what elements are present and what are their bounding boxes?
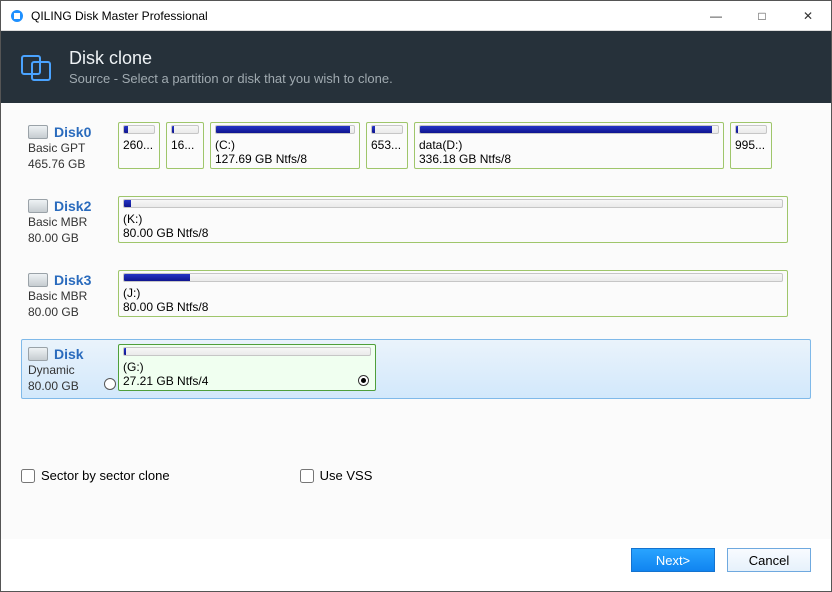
partition-radio[interactable] <box>358 375 369 386</box>
sector-clone-checkbox[interactable] <box>21 469 35 483</box>
usage-fill <box>216 126 350 133</box>
partition[interactable]: 653... <box>366 122 408 169</box>
partition-label: (C:) <box>215 138 355 152</box>
partition[interactable]: data(D:)336.18 GB Ntfs/8 <box>414 122 724 169</box>
usage-fill <box>124 274 190 281</box>
usage-bar <box>123 199 783 208</box>
window-controls: — □ ✕ <box>693 1 831 31</box>
sector-clone-option[interactable]: Sector by sector clone <box>21 468 170 483</box>
disk-name: Disk0 <box>28 124 118 140</box>
cancel-button[interactable]: Cancel <box>727 548 811 572</box>
usage-fill <box>124 200 131 207</box>
close-button[interactable]: ✕ <box>785 1 831 31</box>
titlebar: QILING Disk Master Professional — □ ✕ <box>1 1 831 31</box>
use-vss-checkbox[interactable] <box>300 469 314 483</box>
usage-bar <box>735 125 767 134</box>
partition[interactable]: (K:)80.00 GB Ntfs/8 <box>118 196 788 243</box>
disk-icon <box>28 273 48 287</box>
partition-label: (K:) <box>123 212 783 226</box>
clone-icon <box>19 49 55 85</box>
usage-fill <box>124 348 126 355</box>
disk-type: Basic GPT <box>28 140 118 156</box>
usage-bar <box>123 273 783 282</box>
disk-size: 80.00 GB <box>28 230 118 246</box>
disk-name: Disk2 <box>28 198 118 214</box>
usage-bar <box>419 125 719 134</box>
disk-radio[interactable] <box>104 378 116 390</box>
partition-detail: 260... <box>123 138 155 152</box>
usage-fill <box>372 126 375 133</box>
disk-name: Disk3 <box>28 272 118 288</box>
disk-size: 80.00 GB <box>28 304 118 320</box>
disk-row[interactable]: Disk2Basic MBR80.00 GB(K:)80.00 GB Ntfs/… <box>21 191 811 251</box>
partition[interactable]: (G:)27.21 GB Ntfs/4 <box>118 344 376 391</box>
use-vss-label: Use VSS <box>320 468 373 483</box>
partition[interactable]: 260... <box>118 122 160 169</box>
usage-bar <box>123 125 155 134</box>
usage-bar <box>171 125 199 134</box>
partitions: (G:)27.21 GB Ntfs/4 <box>118 344 806 391</box>
window-title: QILING Disk Master Professional <box>31 9 208 23</box>
disk-info[interactable]: DiskDynamic80.00 GB <box>26 344 118 394</box>
partition[interactable]: 16... <box>166 122 204 169</box>
partition-detail: 127.69 GB Ntfs/8 <box>215 152 355 166</box>
partition-detail: 995... <box>735 138 767 152</box>
disk-icon <box>28 125 48 139</box>
disk-row[interactable]: Disk0Basic GPT465.76 GB 260... 16... (C:)12… <box>21 117 811 177</box>
usage-fill <box>124 126 128 133</box>
page-subtitle: Source - Select a partition or disk that… <box>69 71 393 86</box>
partition-detail: 80.00 GB Ntfs/8 <box>123 300 783 314</box>
usage-fill <box>736 126 738 133</box>
footer: Next> Cancel <box>1 539 831 591</box>
disk-list: Disk0Basic GPT465.76 GB 260... 16... (C:)12… <box>21 117 811 399</box>
partition-label: (G:) <box>123 360 371 374</box>
partitions: 260... 16... (C:)127.69 GB Ntfs/8 653... dat… <box>118 122 806 169</box>
partition-detail: 80.00 GB Ntfs/8 <box>123 226 783 240</box>
partition-detail: 16... <box>171 138 199 152</box>
disk-icon <box>28 347 48 361</box>
usage-fill <box>172 126 174 133</box>
usage-bar <box>123 347 371 356</box>
partitions: (J:)80.00 GB Ntfs/8 <box>118 270 806 317</box>
disk-row[interactable]: DiskDynamic80.00 GB(G:)27.21 GB Ntfs/4 <box>21 339 811 399</box>
partition-detail: 336.18 GB Ntfs/8 <box>419 152 719 166</box>
partition-label: (J:) <box>123 286 783 300</box>
partition-detail: 653... <box>371 138 403 152</box>
minimize-button[interactable]: — <box>693 1 739 31</box>
page-title: Disk clone <box>69 48 393 69</box>
disk-icon <box>28 199 48 213</box>
disk-type: Basic MBR <box>28 288 118 304</box>
usage-bar <box>371 125 403 134</box>
page-header: Disk clone Source - Select a partition o… <box>1 31 831 103</box>
disk-name: Disk <box>28 346 118 362</box>
maximize-button[interactable]: □ <box>739 1 785 31</box>
next-button[interactable]: Next> <box>631 548 715 572</box>
disk-type: Basic MBR <box>28 214 118 230</box>
use-vss-option[interactable]: Use VSS <box>300 468 373 483</box>
content-area: Disk0Basic GPT465.76 GB 260... 16... (C:)12… <box>1 103 831 539</box>
app-icon <box>9 8 25 24</box>
disk-type: Dynamic <box>28 362 118 378</box>
disk-info[interactable]: Disk0Basic GPT465.76 GB <box>26 122 118 172</box>
disk-size: 465.76 GB <box>28 156 118 172</box>
options-row: Sector by sector clone Use VSS <box>21 468 811 483</box>
partition-label: data(D:) <box>419 138 719 152</box>
partition-detail: 27.21 GB Ntfs/4 <box>123 374 371 388</box>
disk-info[interactable]: Disk3Basic MBR80.00 GB <box>26 270 118 320</box>
partition[interactable]: (J:)80.00 GB Ntfs/8 <box>118 270 788 317</box>
sector-clone-label: Sector by sector clone <box>41 468 170 483</box>
usage-fill <box>420 126 712 133</box>
partitions: (K:)80.00 GB Ntfs/8 <box>118 196 806 243</box>
usage-bar <box>215 125 355 134</box>
partition[interactable]: 995... <box>730 122 772 169</box>
disk-info[interactable]: Disk2Basic MBR80.00 GB <box>26 196 118 246</box>
partition[interactable]: (C:)127.69 GB Ntfs/8 <box>210 122 360 169</box>
disk-row[interactable]: Disk3Basic MBR80.00 GB(J:)80.00 GB Ntfs/… <box>21 265 811 325</box>
